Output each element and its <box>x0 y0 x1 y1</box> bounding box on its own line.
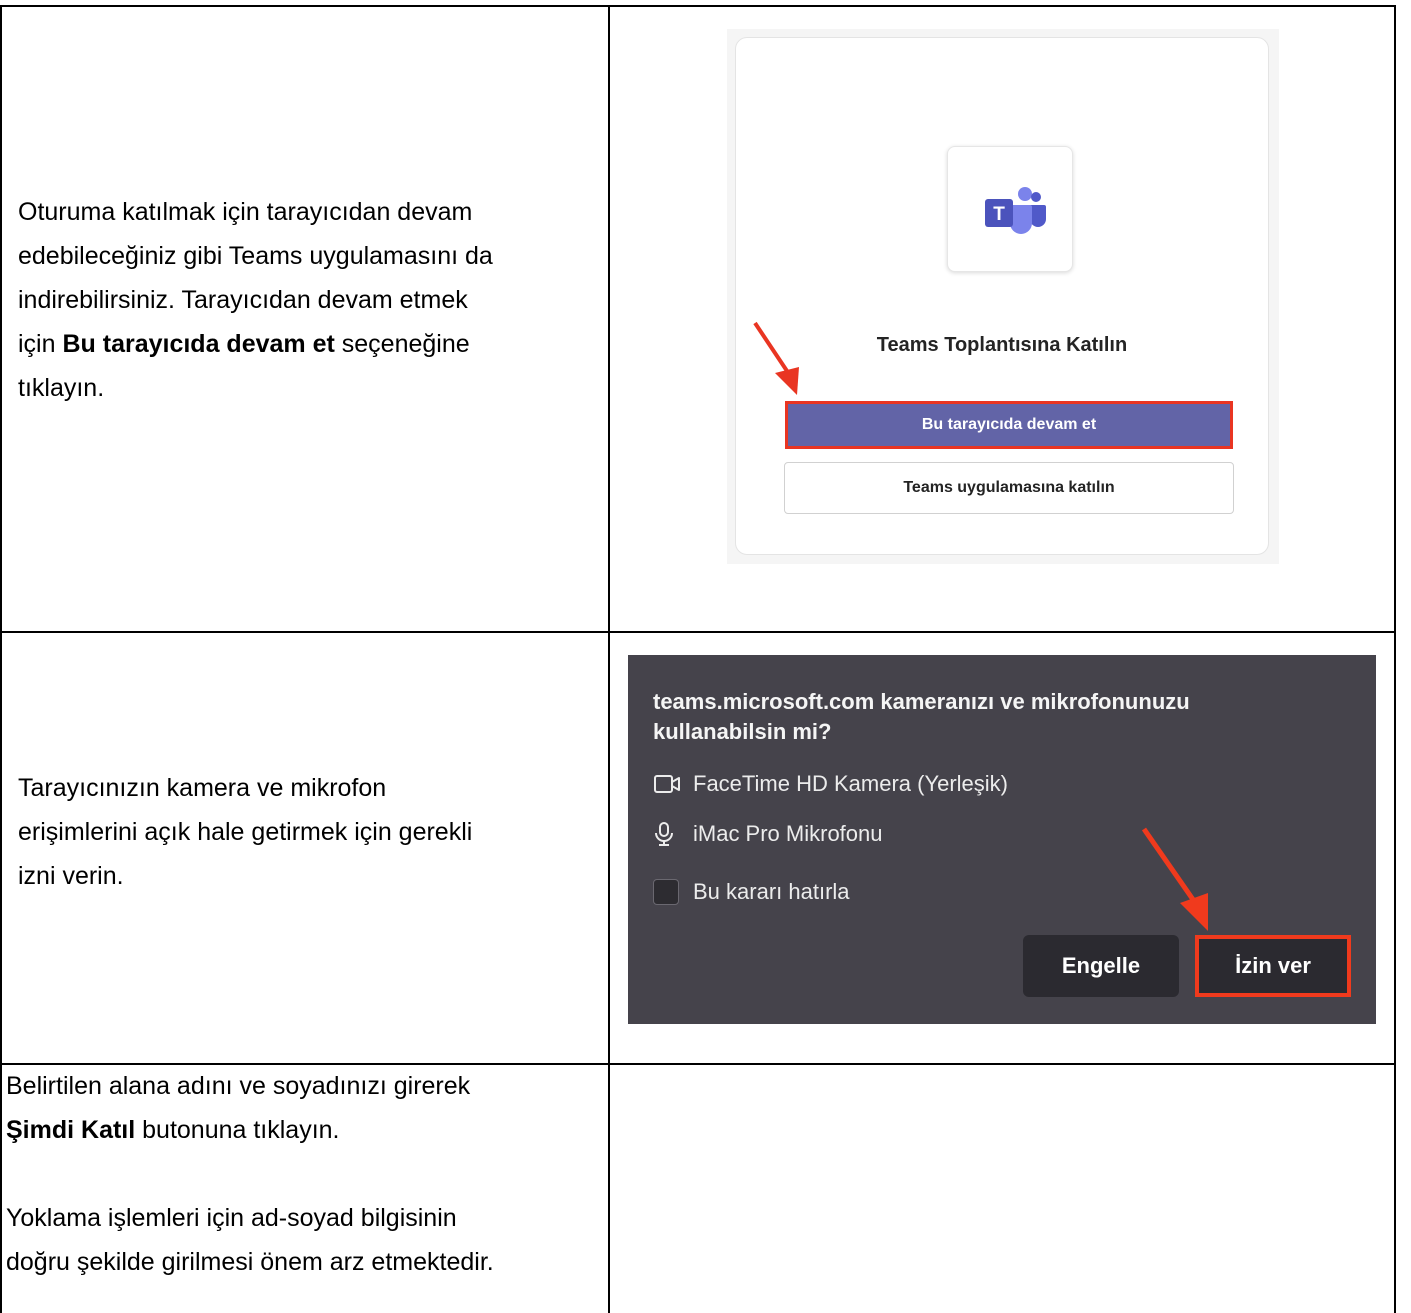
table-border-top <box>0 5 1396 7</box>
join-now-bold: Şimdi Katıl <box>6 1116 136 1144</box>
teams-join-screenshot: T Teams Toplantısına Katılın Bu tarayıcı… <box>727 29 1279 564</box>
join-title: Teams Toplantısına Katılın <box>876 334 1128 356</box>
row1-line4-post: seçeneğine <box>334 330 470 358</box>
red-arrow-icon <box>753 321 799 395</box>
camera-row: FaceTime HD Kamera (Yerleşik) <box>653 771 1008 797</box>
teams-logo-icon: T <box>985 187 1046 234</box>
row1-instruction: Oturuma katılmak için tarayıcıdan devam … <box>18 190 598 410</box>
row1-line3: indirebilirsiniz. Tarayıcıdan devam etme… <box>18 286 468 314</box>
row2-line3: izni verin. <box>18 862 124 890</box>
block-button[interactable]: Engelle <box>1023 935 1179 997</box>
remember-row: Bu kararı hatırla <box>653 879 850 905</box>
teams-logo-tile: T <box>947 146 1073 272</box>
row-divider-1 <box>0 631 1396 633</box>
row1-line5: tıklayın. <box>18 374 105 402</box>
row1-line2: edebileceğiniz gibi Teams uygulamasını d… <box>18 242 493 270</box>
row1-line4: için Bu tarayıcıda devam et seçeneğine <box>18 322 598 366</box>
svg-text:T: T <box>993 204 1005 225</box>
row3-line1: Belirtilen alana adını ve soyadınızı gir… <box>6 1072 471 1100</box>
permission-title-line1: teams.microsoft.com kameranızı ve mikrof… <box>653 689 1190 714</box>
join-teams-app-button[interactable]: Teams uygulamasına katılın <box>784 462 1234 514</box>
microphone-icon <box>653 821 683 847</box>
row3-line4: doğru şekilde girilmesi önem arz etmekte… <box>6 1248 494 1276</box>
mic-label: iMac Pro Mikrofonu <box>693 821 883 846</box>
continue-in-browser-button[interactable]: Bu tarayıcıda devam et <box>785 401 1233 449</box>
row1-line1: Oturuma katılmak için tarayıcıdan devam <box>18 198 473 226</box>
row2-instruction: Tarayıcınızın kamera ve mikrofon erişiml… <box>18 766 598 898</box>
table-border-right <box>1394 5 1396 1313</box>
row2-line2: erişimlerini açık hale getirmek için ger… <box>18 818 473 846</box>
red-arrow-icon <box>1141 827 1208 931</box>
row1-line4-pre: için <box>18 330 63 358</box>
permission-title-line2: kullanabilsin mi? <box>653 719 832 744</box>
remember-checkbox[interactable] <box>653 879 679 905</box>
row1-bold-option: Bu tarayıcıda devam et <box>62 330 335 358</box>
mic-row: iMac Pro Mikrofonu <box>653 821 883 847</box>
row3-instruction: Belirtilen alana adını ve soyadınızı gir… <box>6 1064 606 1284</box>
camera-label: FaceTime HD Kamera (Yerleşik) <box>693 771 1009 796</box>
table-border-left <box>0 5 2 1313</box>
row3-line3: Yoklama işlemleri için ad-soyad bilgisin… <box>6 1204 457 1232</box>
permission-dialog-screenshot: teams.microsoft.com kameranızı ve mikrof… <box>628 655 1376 1024</box>
remember-label: Bu kararı hatırla <box>693 879 850 904</box>
row3-line2: Şimdi Katıl butonuna tıklayın. <box>6 1108 606 1152</box>
allow-button[interactable]: İzin ver <box>1195 935 1351 997</box>
row3-line2-post: butonuna tıklayın. <box>135 1116 340 1144</box>
column-divider <box>608 5 610 1313</box>
row3-spacer <box>6 1152 606 1196</box>
teams-join-card: T Teams Toplantısına Katılın Bu tarayıcı… <box>735 37 1269 555</box>
row2-line1: Tarayıcınızın kamera ve mikrofon <box>18 774 387 802</box>
permission-title: teams.microsoft.com kameranızı ve mikrof… <box>653 687 1333 747</box>
camera-icon <box>653 773 683 795</box>
